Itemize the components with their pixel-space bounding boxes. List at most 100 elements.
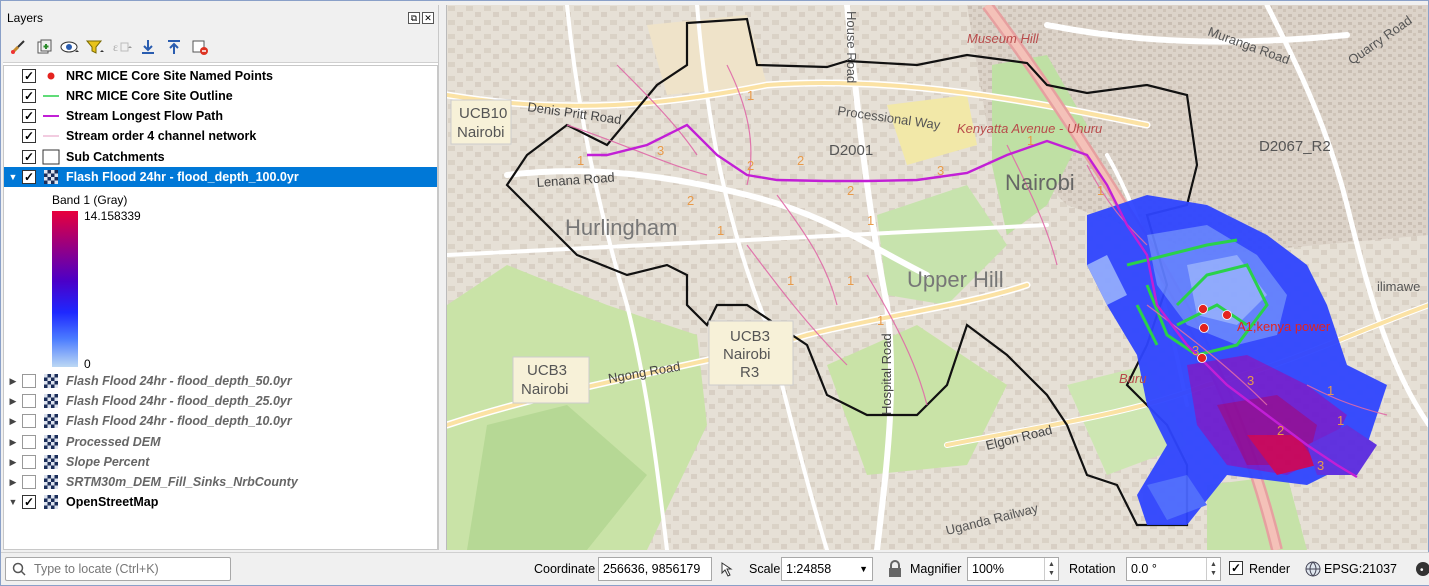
svg-text:3: 3	[937, 163, 944, 178]
layer-visibility-checkbox[interactable]: ✓	[22, 69, 36, 83]
svg-text:2: 2	[847, 183, 854, 198]
crs-label[interactable]: EPSG:21037	[1324, 562, 1397, 576]
layer-visibility-checkbox[interactable]: ✓	[22, 109, 36, 123]
rotation-spin-arrows-icon[interactable]: ▲ ▼	[1206, 558, 1220, 580]
layer-label: NRC MICE Core Site Outline	[66, 89, 233, 103]
label-d2067: D2067_R2	[1259, 138, 1331, 155]
label-ucb3-city: Nairobi	[723, 346, 771, 363]
svg-text:3: 3	[657, 143, 664, 158]
raster-layer-icon	[42, 454, 60, 470]
render-checkbox[interactable]: ✓	[1229, 561, 1243, 575]
layer-row-stream-order-4-channel-network[interactable]: ✓ Stream order 4 channel network	[4, 126, 437, 146]
raster-layer-icon	[42, 413, 60, 429]
coordinate-field[interactable]: 256636, 9856179	[598, 557, 712, 581]
rotation-value: 0.0 °	[1131, 562, 1157, 576]
layer-visibility-checkbox[interactable]	[22, 475, 36, 489]
expand-arrow-icon[interactable]: ▶	[4, 376, 22, 387]
style-brush-icon[interactable]	[7, 36, 29, 58]
status-bar: Type to locate (Ctrl+K) Coordinate 25663…	[1, 552, 1429, 585]
filter-funnel-icon[interactable]	[85, 36, 107, 58]
layer-row-flash-flood-24hr-flood-depth-100-0yr[interactable]: ▼ ✓ Flash Flood 24hr - flood_depth_100.0yr	[4, 167, 437, 187]
expand-arrow-icon[interactable]: ▶	[4, 437, 22, 448]
raster-layer-icon	[42, 474, 60, 490]
raster-layer-icon	[42, 494, 60, 510]
label-ucb3-r3: R3	[740, 364, 759, 381]
svg-text:1: 1	[847, 273, 854, 288]
layer-visibility-checkbox[interactable]	[22, 394, 36, 408]
visibility-eye-icon[interactable]	[59, 36, 81, 58]
label-d2001: D2001	[829, 142, 873, 159]
layer-row-stream-longest-flow-path[interactable]: ✓ Stream Longest Flow Path	[4, 106, 437, 126]
close-panel-icon[interactable]: ✕	[422, 12, 434, 24]
scale-combobox[interactable]: 1:24858 ▼	[781, 557, 873, 581]
svg-text:1: 1	[877, 313, 884, 328]
scale-value: 1:24858	[786, 562, 832, 576]
rotation-spinbox[interactable]: 0.0 ° ▲ ▼	[1126, 557, 1221, 581]
remove-layer-icon[interactable]	[189, 36, 211, 58]
expand-all-icon[interactable]	[137, 36, 159, 58]
layer-row-processed-dem[interactable]: ▶ Processed DEM	[4, 432, 437, 452]
layer-row-flash-flood-24hr-flood-depth-50-0yr[interactable]: ▶ Flash Flood 24hr - flood_depth_50.0yr	[4, 371, 437, 391]
messages-icon[interactable]: •	[1415, 561, 1429, 580]
layer-visibility-checkbox[interactable]	[22, 455, 36, 469]
expand-arrow-icon[interactable]: ▶	[4, 477, 22, 488]
line-symbol-icon	[42, 128, 60, 144]
layer-row-openstreetmap[interactable]: ▼ ✓ OpenStreetMap	[4, 492, 437, 512]
collapse-all-icon[interactable]	[163, 36, 185, 58]
expand-arrow-icon[interactable]: ▶	[4, 457, 22, 468]
label-a1-kenya-power: A1;kenya power	[1237, 319, 1331, 334]
layer-row-flash-flood-24hr-flood-depth-25-0yr[interactable]: ▶ Flash Flood 24hr - flood_depth_25.0yr	[4, 391, 437, 411]
raster-layer-icon	[42, 434, 60, 450]
layer-row-nrc-mice-core-site-outline[interactable]: ✓ NRC MICE Core Site Outline	[4, 86, 437, 106]
layer-visibility-checkbox[interactable]: ✓	[22, 495, 36, 509]
float-panel-icon[interactable]: ⧉	[408, 12, 420, 24]
map-canvas[interactable]: 132 222 311 111 113 311 231 Museum Hill …	[446, 5, 1428, 550]
layer-visibility-checkbox[interactable]: ✓	[22, 170, 36, 184]
magnifier-spinbox[interactable]: 100% ▲ ▼	[967, 557, 1059, 581]
coordinate-label: Coordinate	[534, 562, 596, 576]
lock-scale-icon[interactable]	[887, 560, 903, 581]
layer-visibility-checkbox[interactable]: ✓	[22, 150, 36, 164]
magnifier-spin-arrows-icon[interactable]: ▲ ▼	[1044, 558, 1058, 580]
map-svg[interactable]: 132 2 22 311 1 11 113 311 231 Museum Hill …	[447, 5, 1428, 550]
expand-arrow-icon[interactable]: ▶	[4, 396, 22, 407]
collapse-arrow-icon[interactable]: ▼	[4, 497, 22, 507]
layer-label: Stream Longest Flow Path	[66, 109, 223, 123]
crs-globe-icon[interactable]	[1305, 561, 1321, 580]
label-nairobi: Nairobi	[1005, 170, 1075, 195]
svg-text:1: 1	[867, 213, 874, 228]
qgis-window: Layers ⧉ ✕ ε ✓ NRC MICE Core Site Named …	[0, 0, 1429, 586]
chevron-down-icon: ▼	[859, 564, 868, 574]
label-ilimawe: ilimawe	[1377, 279, 1420, 294]
add-group-icon[interactable]	[33, 36, 55, 58]
layer-visibility-checkbox[interactable]: ✓	[22, 89, 36, 103]
label-ucb3-left-city: Nairobi	[521, 381, 569, 398]
collapse-arrow-icon[interactable]: ▼	[4, 172, 22, 182]
layer-label: Slope Percent	[66, 455, 150, 469]
point-symbol-icon	[42, 68, 60, 84]
layer-visibility-checkbox[interactable]	[22, 435, 36, 449]
expand-arrow-icon[interactable]: ▶	[4, 416, 22, 427]
layer-row-nrc-mice-core-site-named-points[interactable]: ✓ NRC MICE Core Site Named Points	[4, 66, 437, 86]
layer-row-flash-flood-24hr-flood-depth-10-0yr[interactable]: ▶ Flash Flood 24hr - flood_depth_10.0yr	[4, 411, 437, 431]
layers-toolbar: ε	[3, 31, 438, 63]
layer-row-srtm30m-dem-fill-sinks-nrbcounty[interactable]: ▶ SRTM30m_DEM_Fill_Sinks_NrbCounty	[4, 472, 437, 492]
layer-row-sub-catchments[interactable]: ✓ Sub Catchments	[4, 147, 437, 167]
scale-label: Scale	[749, 562, 781, 576]
layers-panel-header: Layers ⧉ ✕	[3, 5, 438, 31]
layer-row-slope-percent[interactable]: ▶ Slope Percent	[4, 452, 437, 472]
svg-text:3: 3	[1247, 373, 1254, 388]
locator-search-input[interactable]: Type to locate (Ctrl+K)	[5, 557, 231, 581]
svg-text:2: 2	[797, 153, 804, 168]
panel-title: Layers	[7, 11, 44, 25]
layer-visibility-checkbox[interactable]: ✓	[22, 129, 36, 143]
legend-min-value: 0	[84, 357, 91, 371]
layer-visibility-checkbox[interactable]	[22, 374, 36, 388]
layer-visibility-checkbox[interactable]	[22, 414, 36, 428]
line-symbol-icon	[42, 108, 60, 124]
line-symbol-icon	[42, 88, 60, 104]
label-house-road: House Road	[844, 11, 859, 83]
mouse-coordinate-toggle-icon[interactable]	[717, 560, 735, 581]
layer-tree: ✓ NRC MICE Core Site Named Points ✓ NRC MIC…	[3, 65, 438, 550]
label-ucb3-left: UCB3	[527, 362, 567, 379]
